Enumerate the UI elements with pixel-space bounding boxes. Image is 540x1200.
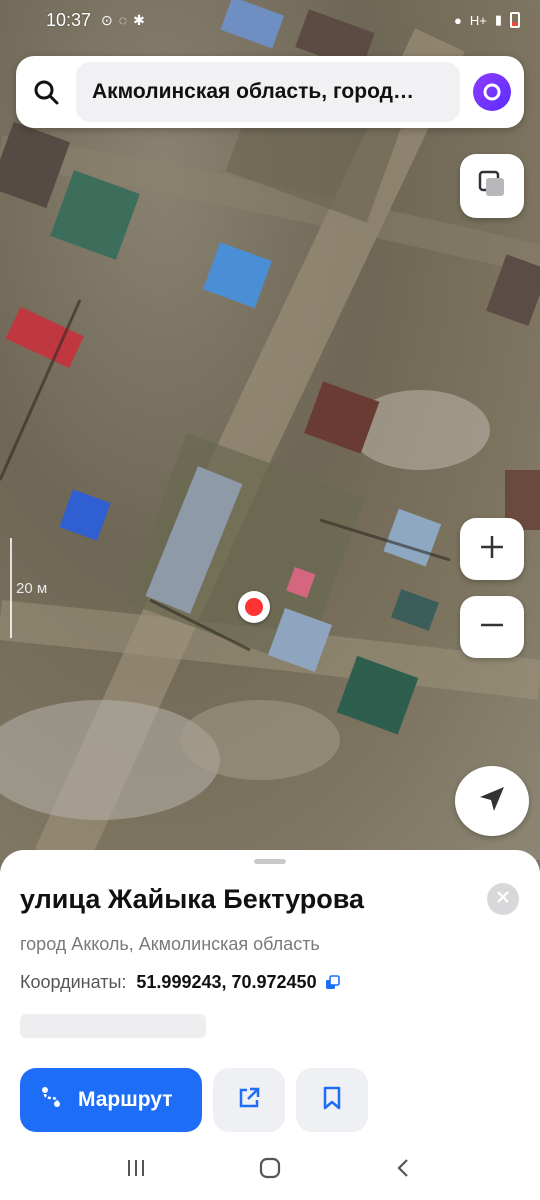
battery-icon	[510, 12, 520, 28]
place-subtitle: город Акколь, Акмолинская область	[20, 934, 320, 954]
bookmark-icon	[321, 1085, 343, 1116]
share-icon	[236, 1085, 262, 1116]
sheet-grabber[interactable]	[254, 859, 286, 864]
search-icon[interactable]	[16, 56, 76, 128]
location-pin-dot	[245, 598, 263, 616]
map-scale-label: 20 м	[16, 580, 48, 597]
satellite-map[interactable]: 20 м	[0, 0, 540, 860]
alarm-icon: ⊙	[101, 11, 113, 28]
minus-icon	[478, 611, 506, 644]
navigation-arrow-icon	[477, 784, 507, 819]
home-icon[interactable]	[258, 1156, 282, 1185]
alice-button[interactable]	[460, 56, 524, 128]
search-card: Акмолинская область, город…	[16, 56, 524, 128]
map-scale-bar	[10, 538, 12, 638]
plus-icon	[478, 533, 506, 566]
alice-icon	[473, 73, 511, 111]
coordinates-value[interactable]: 51.999243, 70.972450	[136, 972, 316, 993]
my-location-button[interactable]	[455, 766, 529, 836]
coordinates-label: Координаты:	[20, 972, 127, 992]
back-icon[interactable]	[393, 1157, 415, 1184]
notification-icon: ✱	[133, 11, 145, 28]
search-input[interactable]: Акмолинская область, город…	[76, 62, 460, 122]
route-icon	[38, 1084, 64, 1116]
copy-icon[interactable]	[325, 974, 341, 991]
location-icon: ●	[454, 12, 462, 28]
satellite-imagery	[0, 0, 540, 860]
loading-placeholder	[20, 1014, 206, 1038]
zoom-in-button[interactable]	[460, 518, 524, 580]
status-icons-left: ⊙ ◌ ✱	[101, 12, 145, 29]
signal-icon: ▮	[494, 12, 502, 27]
recent-apps-icon[interactable]	[125, 1157, 147, 1184]
status-bar: 10:37 ⊙ ◌ ✱ ● H+ ▮	[0, 0, 540, 40]
coordinates-row: Координаты: 51.999243, 70.972450	[20, 972, 341, 993]
status-time: 10:37	[46, 9, 92, 30]
system-nav-bar	[0, 1140, 540, 1200]
layers-icon	[477, 169, 507, 204]
share-button[interactable]	[213, 1068, 285, 1132]
route-button[interactable]: Маршрут	[20, 1068, 202, 1132]
route-label: Маршрут	[78, 1088, 173, 1111]
place-title: улица Жайыка Бектурова	[20, 884, 365, 914]
location-pin[interactable]	[238, 591, 270, 623]
network-type: H+	[469, 12, 487, 28]
zoom-out-button[interactable]	[460, 596, 524, 658]
close-icon	[497, 890, 509, 908]
bookmark-button[interactable]	[296, 1068, 368, 1132]
whatsapp-icon: ◌	[118, 11, 128, 28]
close-button[interactable]	[487, 883, 519, 915]
status-icons-right: ● H+ ▮	[454, 12, 520, 28]
layers-button[interactable]	[460, 154, 524, 218]
